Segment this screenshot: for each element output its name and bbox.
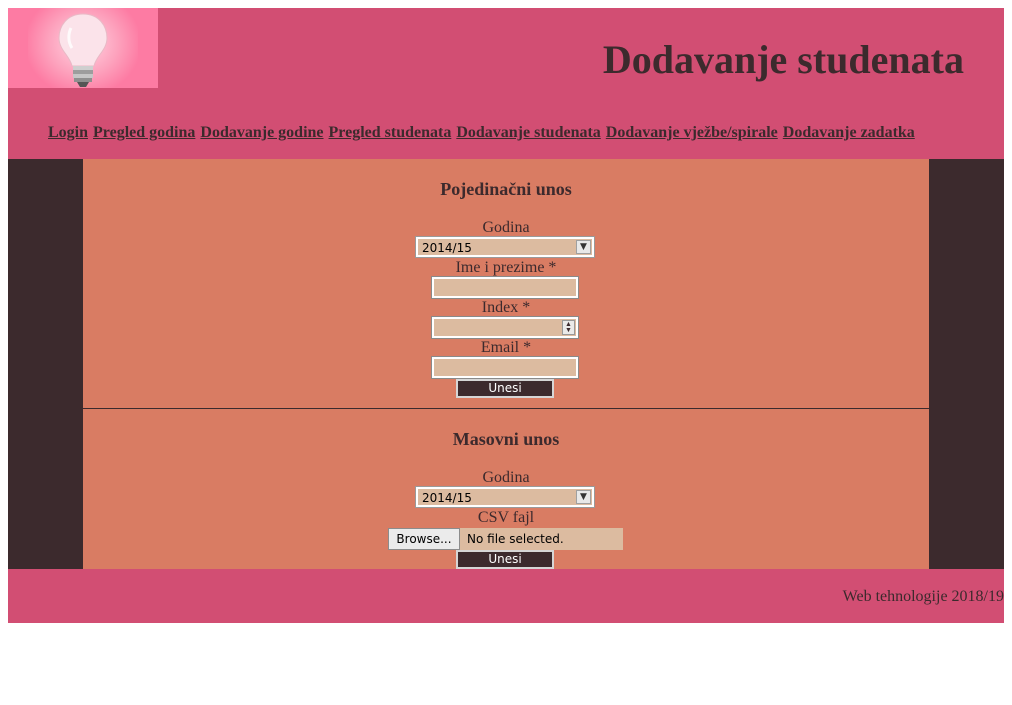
email-label: Email * (480, 339, 532, 356)
bulk-entry-form: Masovni unos Godina 2014/15 ▼ CSV fajl B… (83, 409, 929, 569)
lightbulb-icon (58, 13, 108, 87)
main-area: Pojedinačni unos Godina 2014/15 ▼ Ime i … (8, 159, 1004, 569)
nav-dodavanje-vjezbe[interactable]: Dodavanje vježbe/spirale (606, 124, 778, 141)
bulk-year-select-value: 2014/15 (422, 491, 472, 505)
csv-file-input[interactable]: Browse... No file selected. (388, 528, 623, 550)
index-label: Index * (481, 299, 531, 316)
header: Dodavanje studenata Login Pregled godina… (8, 8, 1004, 159)
file-status: No file selected. (467, 532, 564, 546)
page-title: Dodavanje studenata (602, 37, 964, 82)
spinner-icon[interactable]: ▲ ▼ (562, 320, 575, 335)
bulk-year-label: Godina (482, 469, 530, 486)
bulk-entry-title: Masovni unos (452, 429, 560, 449)
nav-pregled-godina[interactable]: Pregled godina (93, 124, 195, 141)
footer: Web tehnologije 2018/19 (8, 569, 1004, 623)
index-input[interactable]: ▲ ▼ (431, 316, 579, 339)
nav-dodavanje-zadatka[interactable]: Dodavanje zadatka (783, 124, 915, 141)
content-panel: Pojedinačni unos Godina 2014/15 ▼ Ime i … (83, 159, 929, 569)
name-label: Ime i prezime * (455, 259, 557, 276)
chevron-down-icon[interactable]: ▼ (576, 490, 591, 504)
single-entry-form: Pojedinačni unos Godina 2014/15 ▼ Ime i … (83, 159, 929, 409)
year-select-value: 2014/15 (422, 241, 472, 255)
nav-pregled-studenata[interactable]: Pregled studenata (329, 124, 452, 141)
logo (8, 8, 158, 88)
chevron-down-icon[interactable]: ▼ (576, 240, 591, 254)
csv-label: CSV fajl (477, 509, 535, 526)
email-input[interactable] (431, 356, 579, 379)
browse-button[interactable]: Browse... (388, 528, 460, 550)
submit-single-button[interactable]: Unesi (456, 379, 554, 398)
main-nav: Login Pregled godina Dodavanje godine Pr… (48, 124, 916, 142)
year-select[interactable]: 2014/15 ▼ (415, 236, 595, 258)
bulk-year-select[interactable]: 2014/15 ▼ (415, 486, 595, 508)
nav-login[interactable]: Login (48, 124, 88, 141)
page: Dodavanje studenata Login Pregled godina… (8, 8, 1004, 623)
name-input[interactable] (431, 276, 579, 299)
nav-dodavanje-godine[interactable]: Dodavanje godine (200, 124, 323, 141)
footer-text: Web tehnologije 2018/19 (842, 588, 1004, 605)
submit-bulk-button[interactable]: Unesi (456, 550, 554, 569)
nav-dodavanje-studenata[interactable]: Dodavanje studenata (456, 124, 600, 141)
single-entry-title: Pojedinačni unos (440, 179, 572, 199)
year-label: Godina (482, 219, 530, 236)
